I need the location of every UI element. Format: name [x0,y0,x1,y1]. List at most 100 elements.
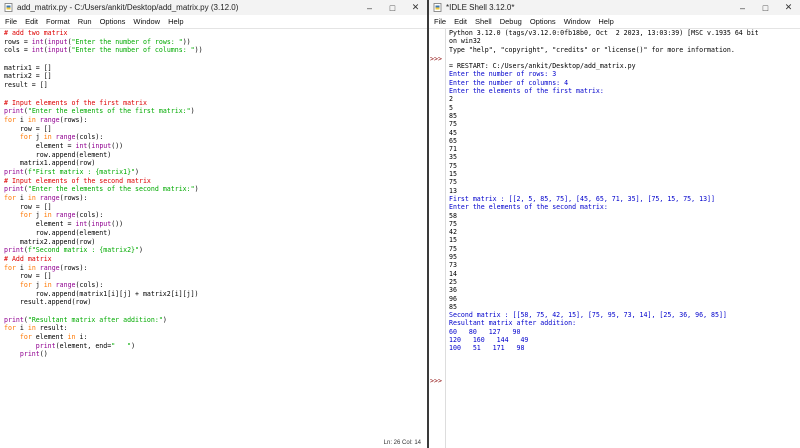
code-line[interactable]: print("Enter the elements of the first m… [4,107,427,116]
code-line[interactable]: # Input elements of the first matrix [4,99,427,108]
menu-debug[interactable]: Debug [500,17,522,26]
editor-titlebar[interactable]: add_matrix.py - C:/Users/ankit/Desktop/a… [0,0,427,15]
code-line[interactable] [4,307,427,316]
code-line[interactable]: matrix2.append(row) [4,238,427,247]
menu-shell[interactable]: Shell [475,17,492,26]
minimize-icon[interactable]: – [358,0,381,15]
code-line[interactable]: for i in range(rows): [4,116,427,125]
shell-window[interactable]: *IDLE Shell 3.12.0* – □ ✕ File Edit Shel… [429,0,800,448]
code-token: in [27,324,36,333]
code-token: (rows): [59,115,88,124]
code-line[interactable]: row = [] [4,203,427,212]
code-line[interactable]: matrix1 = [] [4,64,427,73]
code-token: in [43,133,52,142]
code-token: )) [194,46,203,55]
code-line[interactable]: for element in i: [4,333,427,342]
minimize-icon[interactable]: – [731,0,754,15]
code-token: i [15,115,28,124]
menu-window[interactable]: Window [564,17,591,26]
menu-edit[interactable]: Edit [25,17,38,26]
code-token: (cols): [75,211,104,220]
code-token: result = [] [4,81,48,90]
shell-console[interactable]: >>> >>> Python 3.12.0 (tags/v3.12.0:0fb1… [429,29,800,448]
code-line[interactable]: cols = int(input("Enter the number of co… [4,46,427,55]
shell-output-line: on win32 [449,37,481,46]
code-line[interactable]: element = int(input()) [4,142,427,151]
code-line[interactable]: print(f"Second matrix : {matrix2}") [4,246,427,255]
code-token: "Enter the elements of the first matrix:… [27,107,191,116]
code-token: input [47,46,68,55]
code-token: range [55,280,76,289]
code-line[interactable]: print(element, end=" ") [4,342,427,351]
close-icon[interactable]: ✕ [777,0,800,15]
code-line[interactable]: print() [4,350,427,359]
code-line[interactable] [4,55,427,64]
code-line[interactable]: row.append(element) [4,229,427,238]
editor-window[interactable]: add_matrix.py - C:/Users/ankit/Desktop/a… [0,0,428,448]
menu-edit[interactable]: Edit [454,17,467,26]
code-line[interactable]: for i in range(rows): [4,194,427,203]
code-line[interactable] [4,90,427,99]
menu-format[interactable]: Format [46,17,70,26]
code-line[interactable]: result.append(row) [4,298,427,307]
menu-options[interactable]: Options [530,17,556,26]
shell-output-line: 15 [449,170,457,179]
shell-titlebar[interactable]: *IDLE Shell 3.12.0* – □ ✕ [429,0,800,15]
code-token: j [31,280,44,289]
code-token: range [39,194,60,203]
menu-window[interactable]: Window [133,17,160,26]
code-token: in [27,194,36,203]
code-line[interactable]: row = [] [4,125,427,134]
code-token: row = [] [4,202,52,211]
code-token: row = [] [4,272,52,281]
code-line[interactable]: result = [] [4,81,427,90]
shell-output-line: 75 [449,120,457,129]
shell-output-line: 96 [449,294,457,303]
code-line[interactable]: # Add matrix [4,255,427,264]
menu-options[interactable]: Options [100,17,126,26]
menu-help[interactable]: Help [168,17,183,26]
code-line[interactable]: print("Enter the elements of the second … [4,185,427,194]
menu-run[interactable]: Run [78,17,92,26]
code-line[interactable]: for i in result: [4,324,427,333]
code-line[interactable]: matrix1.append(row) [4,159,427,168]
code-line[interactable]: row.append(element) [4,151,427,160]
code-line[interactable]: for j in range(cols): [4,281,427,290]
shell-output-line: Enter the elements of the first matrix: [449,87,604,96]
code-line[interactable]: # add two matrix [4,29,427,38]
menu-help[interactable]: Help [598,17,613,26]
code-line[interactable]: for j in range(cols): [4,211,427,220]
code-line[interactable]: # Input elements of the second matrix [4,177,427,186]
code-token: in [67,333,76,342]
shell-output: Python 3.12.0 (tags/v3.12.0:0fb18b0, Oct… [449,29,759,353]
shell-output-line: 75 [449,219,457,228]
code-token: print [4,246,24,255]
code-line[interactable]: matrix2 = [] [4,72,427,81]
close-icon[interactable]: ✕ [404,0,427,15]
code-token: range [39,115,60,124]
code-line[interactable]: for j in range(cols): [4,133,427,142]
shell-output-line: 42 [449,228,457,237]
menu-file[interactable]: File [5,17,17,26]
shell-menubar: File Edit Shell Debug Options Window Hel… [429,15,800,29]
shell-output-line: 5 [449,103,453,112]
code-token: int [31,46,44,55]
code-token: # Add matrix [4,254,52,263]
code-line[interactable]: rows = int(input("Enter the number of ro… [4,38,427,47]
code-line[interactable]: print("Resultant matrix after addition:"… [4,316,427,325]
code-line[interactable]: row = [] [4,272,427,281]
code-editor[interactable]: # add two matrix rows = int(input("Enter … [4,29,427,359]
menu-file[interactable]: File [434,17,446,26]
code-line[interactable]: row.append(matrix1[i][j] + matrix2[i][j]… [4,290,427,299]
maximize-icon[interactable]: □ [381,0,404,15]
shell-output-line: 85 [449,302,457,311]
code-token: for [19,211,32,220]
maximize-icon[interactable]: □ [754,0,777,15]
code-line[interactable]: element = int(input()) [4,220,427,229]
shell-output-line: Python 3.12.0 (tags/v3.12.0:0fb18b0, Oct… [449,29,759,37]
code-token: ()) [111,141,124,150]
code-line[interactable]: for i in range(rows): [4,264,427,273]
shell-output-line: = RESTART: C:/Users/ankit/Desktop/add_ma… [449,62,636,71]
code-line[interactable]: print(f"First matrix : {matrix1}") [4,168,427,177]
shell-output-line: Second matrix : [[58, 75, 42, 15], [75, … [449,311,727,320]
